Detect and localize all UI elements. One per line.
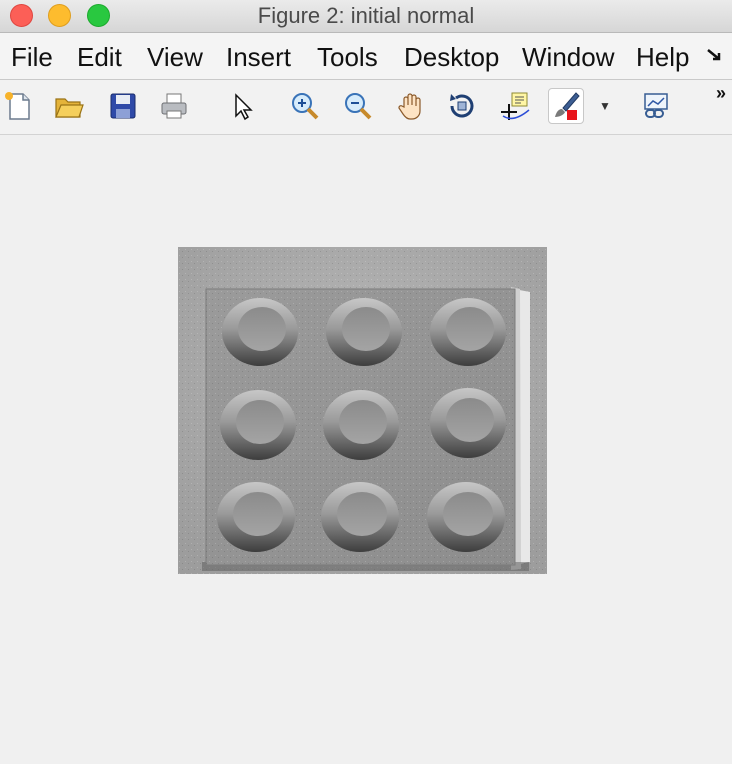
zoom-out-icon — [345, 93, 372, 120]
floppy-disk-icon — [110, 93, 136, 119]
printer-icon — [161, 93, 187, 119]
rotate-3d-icon — [450, 94, 474, 118]
edit-plot-button[interactable] — [224, 88, 260, 124]
rotate-3d-button[interactable] — [444, 88, 480, 124]
zoom-in-icon — [292, 93, 319, 120]
menu-insert[interactable]: Insert — [226, 33, 300, 79]
new-figure-button[interactable] — [1, 88, 37, 124]
link-plot-button[interactable] — [638, 88, 674, 124]
menu-overflow-arrow-icon[interactable] — [704, 45, 726, 67]
menu-view[interactable]: View — [147, 33, 211, 79]
title-bar: Figure 2: initial normal — [0, 0, 732, 33]
print-figure-button[interactable] — [156, 88, 192, 124]
arrow-pointer-icon — [235, 93, 253, 121]
toolbar-overflow-button[interactable]: » — [716, 84, 726, 102]
menu-file[interactable]: File — [11, 33, 61, 79]
new-document-icon — [5, 92, 30, 120]
open-folder-icon — [55, 98, 84, 118]
zoom-in-button[interactable] — [287, 88, 323, 124]
dimpled-plate-image — [178, 247, 547, 574]
pan-button[interactable] — [393, 88, 429, 124]
menu-help[interactable]: Help — [636, 33, 700, 79]
menu-tools[interactable]: Tools — [317, 33, 387, 79]
open-file-button[interactable] — [51, 88, 87, 124]
hand-icon — [398, 93, 421, 120]
data-cursor-button[interactable] — [497, 88, 533, 124]
save-figure-button[interactable] — [105, 88, 141, 124]
brush-dropdown-arrow-icon[interactable]: ▼ — [598, 96, 612, 116]
link-plot-icon — [644, 93, 668, 118]
menu-bar: File Edit View Insert Tools Desktop Wind… — [0, 33, 732, 80]
brush-icon — [555, 92, 580, 120]
window-title: Figure 2: initial normal — [257, 3, 475, 28]
figure-toolbar: ▼ » — [0, 80, 732, 135]
menu-edit[interactable]: Edit — [77, 33, 133, 79]
menu-desktop[interactable]: Desktop — [404, 33, 508, 79]
zoom-out-button[interactable] — [340, 88, 376, 124]
menu-window[interactable]: Window — [522, 33, 620, 79]
dimple-grid — [217, 298, 506, 552]
brush-button[interactable] — [548, 88, 584, 124]
image-display — [178, 247, 547, 574]
data-cursor-icon — [501, 92, 530, 120]
